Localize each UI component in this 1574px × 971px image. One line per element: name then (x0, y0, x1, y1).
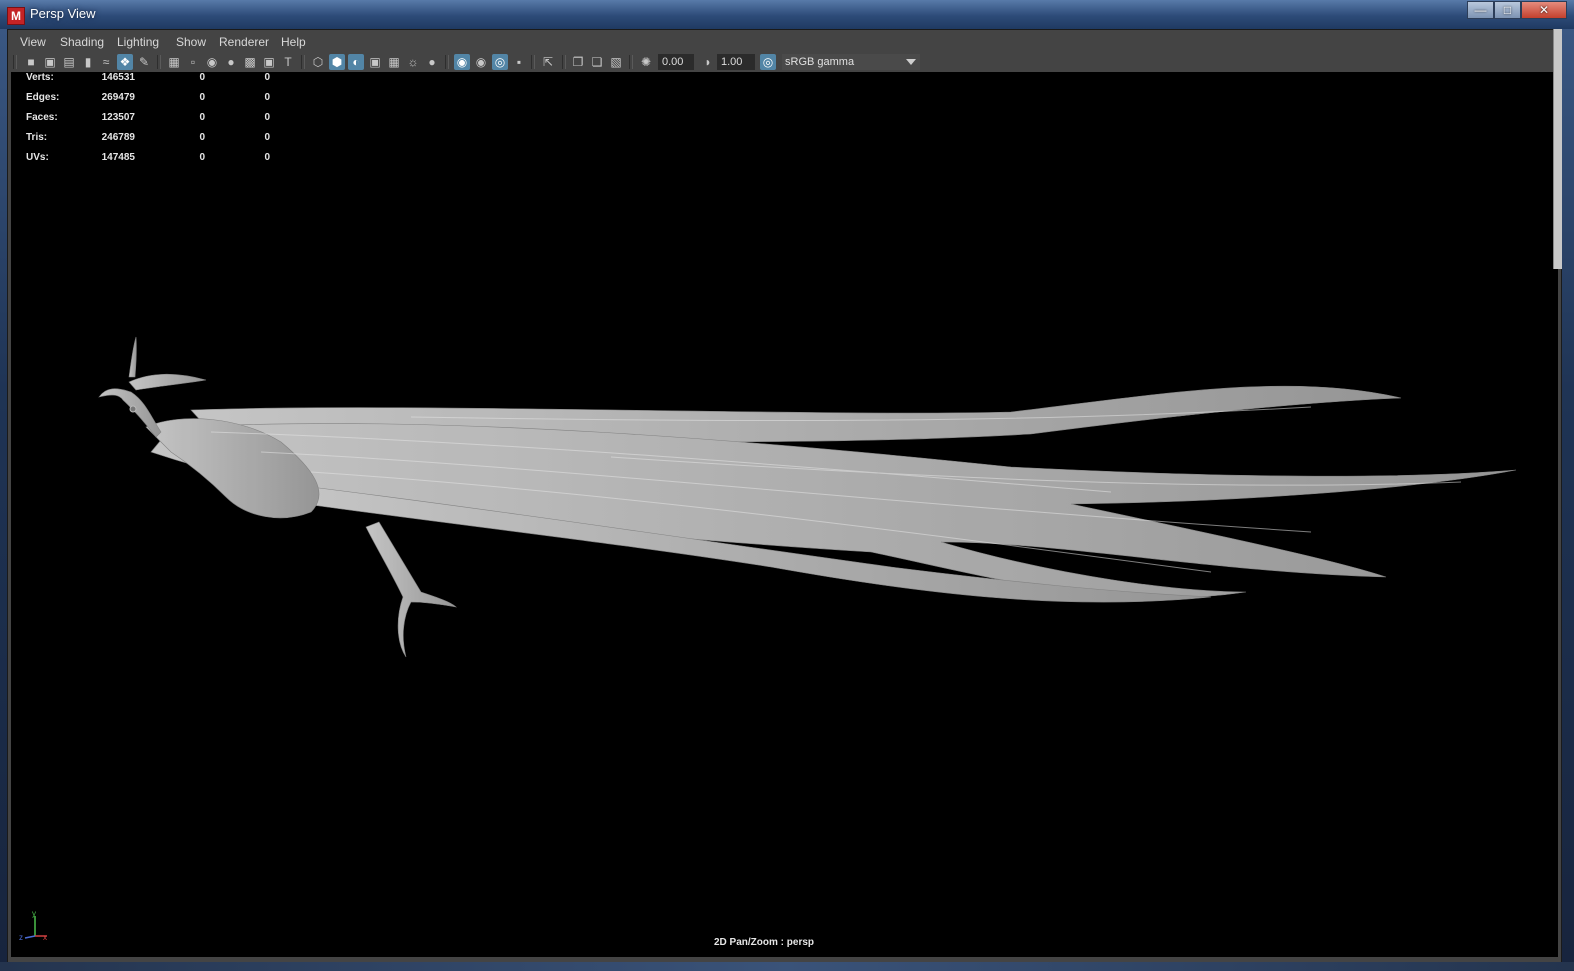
light-icon[interactable]: ☼ (405, 54, 421, 70)
shadows-icon[interactable]: ● (424, 54, 440, 70)
anti-aliasing-icon[interactable]: ◎ (492, 54, 508, 70)
panel-frame: View Shading Lighting Show Renderer Help… (7, 29, 1562, 964)
isolate-select-icon[interactable]: ⇱ (540, 54, 556, 70)
chevron-down-icon (906, 59, 916, 65)
title-bar[interactable]: M Persp View — □ ✕ (0, 0, 1574, 29)
panel-menu-bar: View Shading Lighting Show Renderer Help (8, 30, 1561, 52)
menu-view[interactable]: View (20, 35, 46, 49)
field-chart-icon[interactable]: ▩ (242, 54, 258, 70)
camera-name-label: 2D Pan/Zoom : persp (714, 937, 815, 948)
menu-lighting[interactable]: Lighting (117, 35, 159, 49)
maya-app-icon[interactable]: M (7, 7, 25, 25)
image-plane-icon[interactable]: ≈ (98, 54, 114, 70)
safe-title-icon[interactable]: T (280, 54, 296, 70)
gamma-icon[interactable]: ◗ (700, 54, 716, 70)
smooth-shade-icon[interactable]: ⬢ (329, 54, 345, 70)
depth-of-field-icon[interactable]: ▪ (511, 54, 527, 70)
xray-icon[interactable]: ❐ (570, 54, 586, 70)
motion-blur-icon[interactable]: ◉ (473, 54, 489, 70)
maya-window: M Persp View — □ ✕ View Shading Lighting… (0, 0, 1574, 971)
gamma-field[interactable]: 1.00 (717, 54, 755, 70)
view-transform-dropdown[interactable]: sRGB gamma (782, 54, 920, 70)
window-bottom-edge (0, 962, 1574, 971)
menu-help[interactable]: Help (281, 35, 306, 49)
panel-toolbar: ■ ▣ ▤ ▮ ≈ ❖ ✎ ▦ ▫ ◉ ● ▩ ▣ T ⬡ ⬢ ◐ ▣ ▦ ☼ … (8, 52, 1561, 72)
maximize-button[interactable]: □ (1494, 1, 1521, 19)
maximize-icon: □ (1503, 3, 1512, 17)
toolbar-separator (562, 55, 566, 69)
pan-zoom-icon[interactable]: ❖ (117, 54, 133, 70)
color-management-toggle-icon[interactable]: ◎ (760, 54, 776, 70)
window-title: Persp View (30, 6, 96, 21)
bookmarks-icon[interactable]: ▤ (61, 54, 77, 70)
toolbar-separator (531, 55, 535, 69)
toolbar-separator (629, 55, 633, 69)
phoenix-eye (129, 405, 137, 413)
resolution-gate-icon[interactable]: ◉ (204, 54, 220, 70)
grid-icon[interactable]: ▦ (166, 54, 182, 70)
phoenix-model[interactable] (11, 72, 1558, 957)
ambient-occlusion-icon[interactable]: ◉ (454, 54, 470, 70)
toolbar-separator (157, 55, 161, 69)
xray-joints-icon[interactable]: ▧ (608, 54, 624, 70)
axis-label-x: x (43, 933, 47, 940)
axis-label-z: z (19, 933, 23, 940)
textured-icon[interactable]: ▣ (367, 54, 383, 70)
wireframe-on-shaded-icon[interactable]: ◐ (348, 54, 364, 70)
menu-show[interactable]: Show (176, 35, 206, 49)
bookmark-icon[interactable]: ▮ (80, 54, 96, 70)
close-button[interactable]: ✕ (1521, 1, 1567, 19)
axis-label-y: y (32, 910, 36, 918)
film-gate-icon[interactable]: ▫ (185, 54, 201, 70)
toolbar-separator (445, 55, 449, 69)
minimize-icon: — (1474, 3, 1487, 17)
gate-mask-icon[interactable]: ● (223, 54, 239, 70)
grease-pencil-icon[interactable]: ✎ (136, 54, 152, 70)
axis-gizmo-icon: y z x (19, 910, 47, 940)
vertical-scrollbar[interactable] (1553, 29, 1562, 269)
safe-action-icon[interactable]: ▣ (261, 54, 277, 70)
exposure-field[interactable]: 0.00 (658, 54, 694, 70)
toolbar-separator (13, 55, 17, 69)
camera-attributes-icon[interactable]: ▣ (42, 54, 58, 70)
all-lights-icon[interactable]: ▦ (386, 54, 402, 70)
menu-renderer[interactable]: Renderer (219, 35, 269, 49)
close-icon: ✕ (1538, 3, 1550, 17)
minimize-button[interactable]: — (1467, 1, 1494, 19)
view-transform-label: sRGB gamma (785, 56, 855, 68)
persp-viewport[interactable]: Verts: 146531 0 0 Edges: 269479 0 0 Face… (11, 72, 1558, 957)
camera-select-icon[interactable]: ■ (23, 54, 39, 70)
xray-active-icon[interactable]: ❏ (589, 54, 605, 70)
exposure-icon[interactable]: ✺ (638, 54, 654, 70)
toolbar-separator (301, 55, 305, 69)
wireframe-icon[interactable]: ⬡ (310, 54, 326, 70)
menu-shading[interactable]: Shading (60, 35, 104, 49)
